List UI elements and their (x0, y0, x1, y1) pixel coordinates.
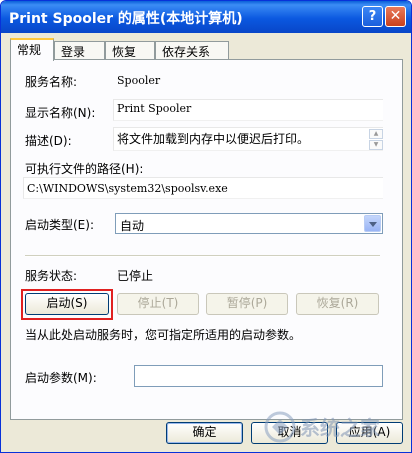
chevron-down-icon[interactable] (364, 215, 381, 232)
divider (25, 255, 380, 257)
start-params-input[interactable] (134, 365, 383, 387)
highlight-box (21, 289, 113, 320)
description-label: 描述(D): (25, 134, 72, 148)
ok-button[interactable]: 确定 (166, 422, 243, 444)
service-name-label: 服务名称: (25, 75, 78, 89)
stop-button[interactable]: 停止(T) (117, 293, 199, 315)
display-name-field[interactable]: Print Spooler (113, 99, 383, 121)
tab-recovery[interactable]: 恢复 (105, 41, 155, 60)
properties-window: Print Spooler 的属性(本地计算机) ? ✕ 常规 登录 恢复 依存… (0, 0, 412, 453)
watermark-text: 系统之家 (300, 416, 381, 440)
window-title: Print Spooler 的属性(本地计算机) (9, 11, 243, 27)
exe-path-label: 可执行文件的路径(H): (25, 162, 144, 176)
close-button[interactable]: ✕ (385, 6, 406, 27)
scroll-down-icon[interactable]: ▼ (369, 140, 383, 150)
tab-logon[interactable]: 登录 (54, 41, 105, 60)
hint-text: 当从此处启动服务时，您可指定所适用的启动参数。 (25, 328, 302, 342)
tab-general[interactable]: 常规 (10, 38, 54, 61)
resume-button[interactable]: 恢复(R) (296, 293, 379, 315)
startup-type-value: 自动 (120, 219, 145, 233)
display-name-label: 显示名称(N): (25, 106, 96, 120)
service-status-value: 已停止 (117, 269, 154, 283)
description-value: 将文件加载到内存中以便迟后打印。 (117, 132, 310, 146)
exe-path-value: C:\WINDOWS\system32\spoolsv.exe (27, 182, 228, 195)
watermark-logo: 系统之家 (264, 411, 381, 443)
title-bar[interactable]: Print Spooler 的属性(本地计算机) ? ✕ (1, 1, 411, 33)
startup-type-label: 启动类型(E): (25, 218, 94, 232)
help-button[interactable]: ? (362, 6, 383, 27)
startup-type-select[interactable]: 自动 (115, 213, 383, 234)
service-status-label: 服务状态: (25, 269, 78, 283)
scroll-up-icon[interactable]: ▲ (369, 129, 383, 139)
pause-button[interactable]: 暂停(P) (206, 293, 288, 315)
tab-dependencies[interactable]: 依存关系 (155, 41, 229, 60)
start-params-label: 启动参数(M): (25, 371, 97, 385)
service-name-value: Spooler (117, 74, 161, 87)
exe-path-field[interactable]: C:\WINDOWS\system32\spoolsv.exe (23, 177, 383, 199)
display-name-value: Print Spooler (117, 102, 192, 115)
description-field[interactable]: 将文件加载到内存中以便迟后打印。 ▲ ▼ (113, 127, 383, 151)
